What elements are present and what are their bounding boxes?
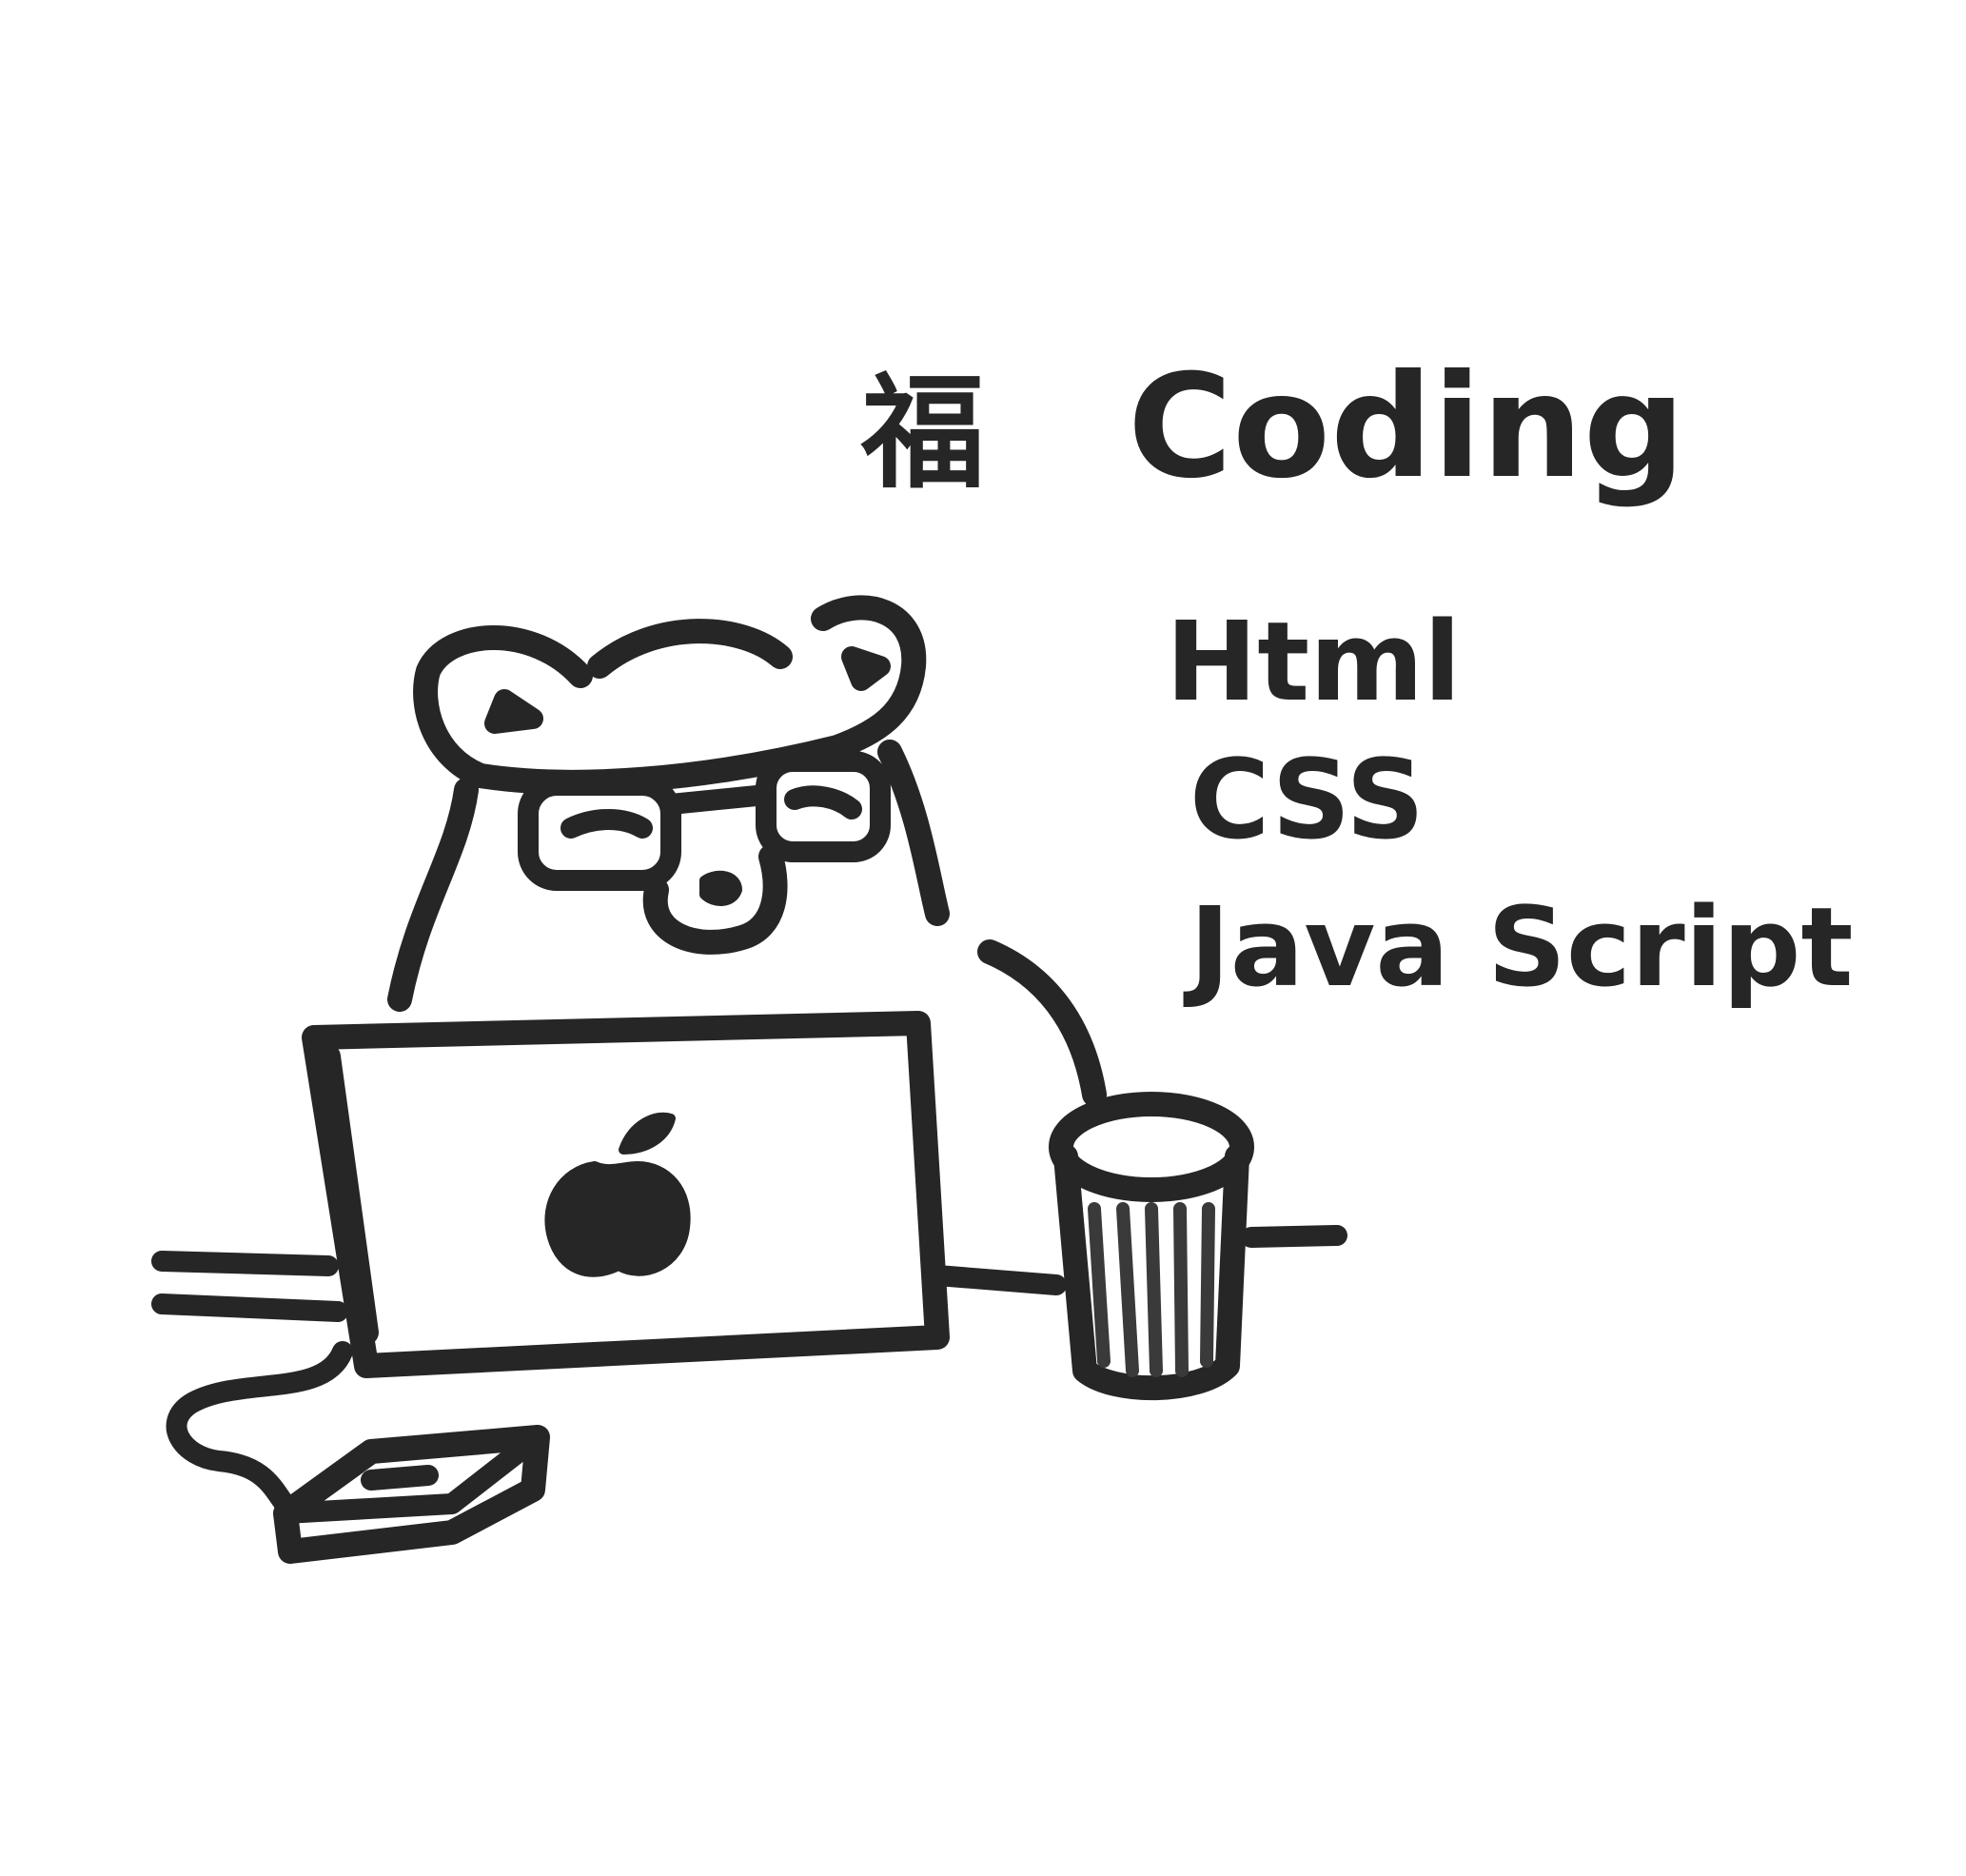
skill-css: CSS	[1189, 737, 1425, 864]
cup-shade-4	[1173, 1202, 1189, 1377]
title: 福 Coding	[860, 345, 1685, 510]
book-title-mark	[361, 1465, 439, 1491]
coffee-cup	[1049, 1092, 1254, 1401]
bear-arm	[977, 939, 1107, 1107]
cup-shade-3	[1145, 1202, 1163, 1377]
desk-items	[166, 1341, 550, 1564]
bear-right-eye	[784, 785, 862, 820]
cup-shade-5	[1200, 1202, 1215, 1368]
title-glyph: 福	[860, 361, 985, 505]
skill-html: Html	[1166, 599, 1461, 726]
bear-right-inner-ear	[841, 646, 891, 691]
bear-left-eye	[560, 809, 653, 839]
glasses-bridge	[660, 784, 777, 815]
cup-rim	[1049, 1092, 1254, 1202]
cup-shade-2	[1116, 1202, 1139, 1377]
bear-coding-illustration: 福 Coding Html CSS Java Script	[151, 345, 1853, 1564]
bear-right-side	[877, 740, 950, 926]
bear-nose	[699, 870, 742, 906]
apple-logo-leaf-icon	[619, 1112, 676, 1155]
apple-logo-icon	[544, 1161, 691, 1277]
skill-javascript: Java Script	[1183, 884, 1853, 1012]
bear-left-inner-ear	[484, 689, 543, 734]
table-line-right	[1241, 1225, 1347, 1248]
title-word: Coding	[1128, 345, 1685, 510]
cup-shade-1	[1088, 1202, 1111, 1368]
skills-list: Html CSS Java Script	[1166, 599, 1853, 1012]
table-line-middle	[927, 1265, 1067, 1295]
bear-forehead	[587, 619, 793, 679]
bear-left-side	[387, 778, 479, 1012]
table-line-left-upper	[151, 1251, 339, 1276]
laptop	[302, 1011, 950, 1378]
table-line-left-lower	[151, 1293, 348, 1322]
